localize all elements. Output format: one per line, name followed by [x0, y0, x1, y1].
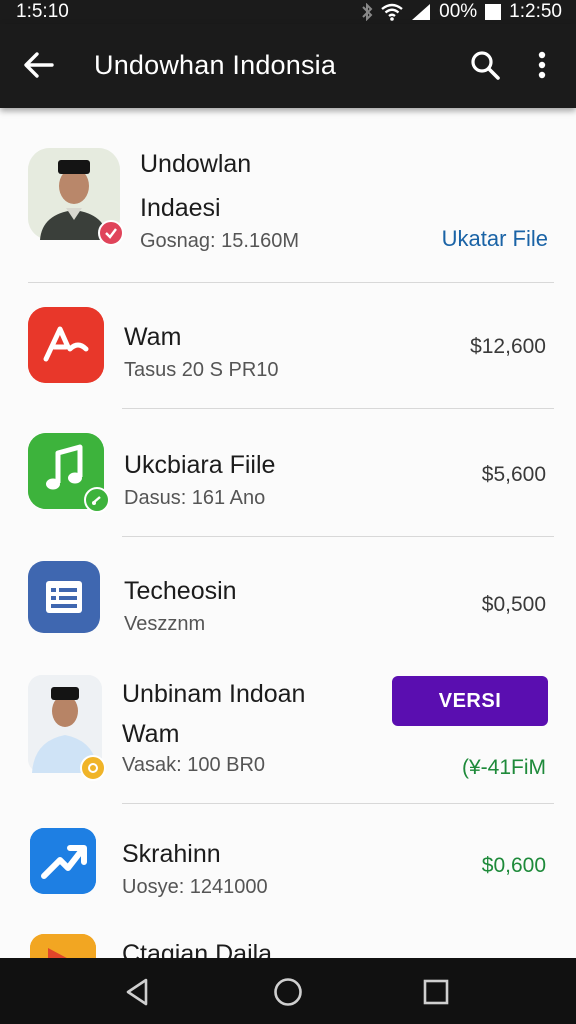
list-item[interactable]: Undowlan Indaesi Gosnag: 15.160M Ukatar … [0, 108, 576, 282]
more-vert-icon[interactable] [528, 48, 556, 82]
list-item[interactable]: Techeosin Veszznm $0,500 [0, 537, 576, 663]
green-badge-icon [84, 487, 110, 513]
list-item[interactable]: Ukcbiara Fiile Dasus: 161 Ano $5,600 [0, 409, 576, 535]
item-price: (¥-41FiM [461, 756, 546, 779]
list-item[interactable]: Ctagian Daila [0, 930, 576, 958]
document-list-icon [28, 561, 100, 633]
battery-percent: 00% [439, 1, 478, 22]
back-arrow-icon[interactable] [22, 48, 56, 82]
item-subtitle: Veszznm [124, 613, 206, 635]
item-subtitle: Vasak: 100 BR0 [122, 754, 266, 776]
app-list: Undowlan Indaesi Gosnag: 15.160M Ukatar … [0, 108, 576, 958]
signal-icon [412, 4, 431, 20]
list-item[interactable]: Skrahinn Uosye: 1241000 $0,600 [0, 804, 576, 934]
item-name: Ukcbiara Fiile [124, 451, 276, 479]
status-time: 1:5:10 [16, 1, 69, 22]
versi-button[interactable]: VERSI [392, 676, 548, 726]
trending-arrow-icon [30, 828, 96, 894]
gold-badge-icon [80, 755, 106, 781]
app-bar: Undowhan Indonsia [0, 24, 576, 108]
wifi-icon [381, 3, 403, 21]
item-price: $5,600 [481, 463, 546, 486]
item-name-line2: Indaesi [140, 194, 221, 222]
item-name: Skrahinn [122, 840, 221, 868]
nav-home-icon[interactable] [272, 976, 304, 1008]
item-name: Techeosin [124, 577, 237, 605]
status-clock-right: 1:2:50 [509, 1, 562, 22]
item-name: Undowlan [140, 150, 252, 178]
item-subtitle: Tasus 20 S PR10 [124, 359, 279, 381]
system-nav-bar [0, 958, 576, 1024]
item-subtitle: Dasus: 161 Ano [124, 487, 266, 509]
item-subtitle: Gosnag: 15.160M [140, 230, 299, 252]
item-subtitle: Uosye: 1241000 [122, 876, 268, 898]
person-photo [28, 675, 106, 781]
person-photo [28, 148, 124, 246]
item-price: $12,600 [470, 335, 546, 358]
status-bar: 1:5:10 00% 1:2:50 [0, 0, 576, 24]
orange-app-icon [30, 934, 96, 958]
bluetooth-icon [362, 3, 373, 21]
nav-recents-icon[interactable] [420, 976, 452, 1008]
action-link[interactable]: Ukatar File [442, 226, 548, 252]
red-app-icon [28, 307, 104, 383]
item-name: Unbinam Indoan [122, 680, 306, 708]
item-name-line2: Wam [122, 720, 180, 748]
music-note-icon [28, 433, 110, 513]
battery-icon [485, 4, 502, 20]
item-price: $0,500 [481, 593, 546, 616]
page-title: Undowhan Indonsia [94, 50, 337, 80]
search-icon[interactable] [468, 48, 502, 82]
item-name: Ctagian Daila [122, 940, 273, 958]
item-price: $0,600 [481, 854, 546, 877]
nav-back-icon[interactable] [122, 976, 154, 1008]
item-name: Wam [124, 323, 182, 351]
status-icons: 00% 1:2:50 [361, 1, 562, 23]
list-item[interactable]: Wam Tasus 20 S PR10 $12,600 [0, 283, 576, 409]
verified-badge-icon [98, 220, 124, 246]
